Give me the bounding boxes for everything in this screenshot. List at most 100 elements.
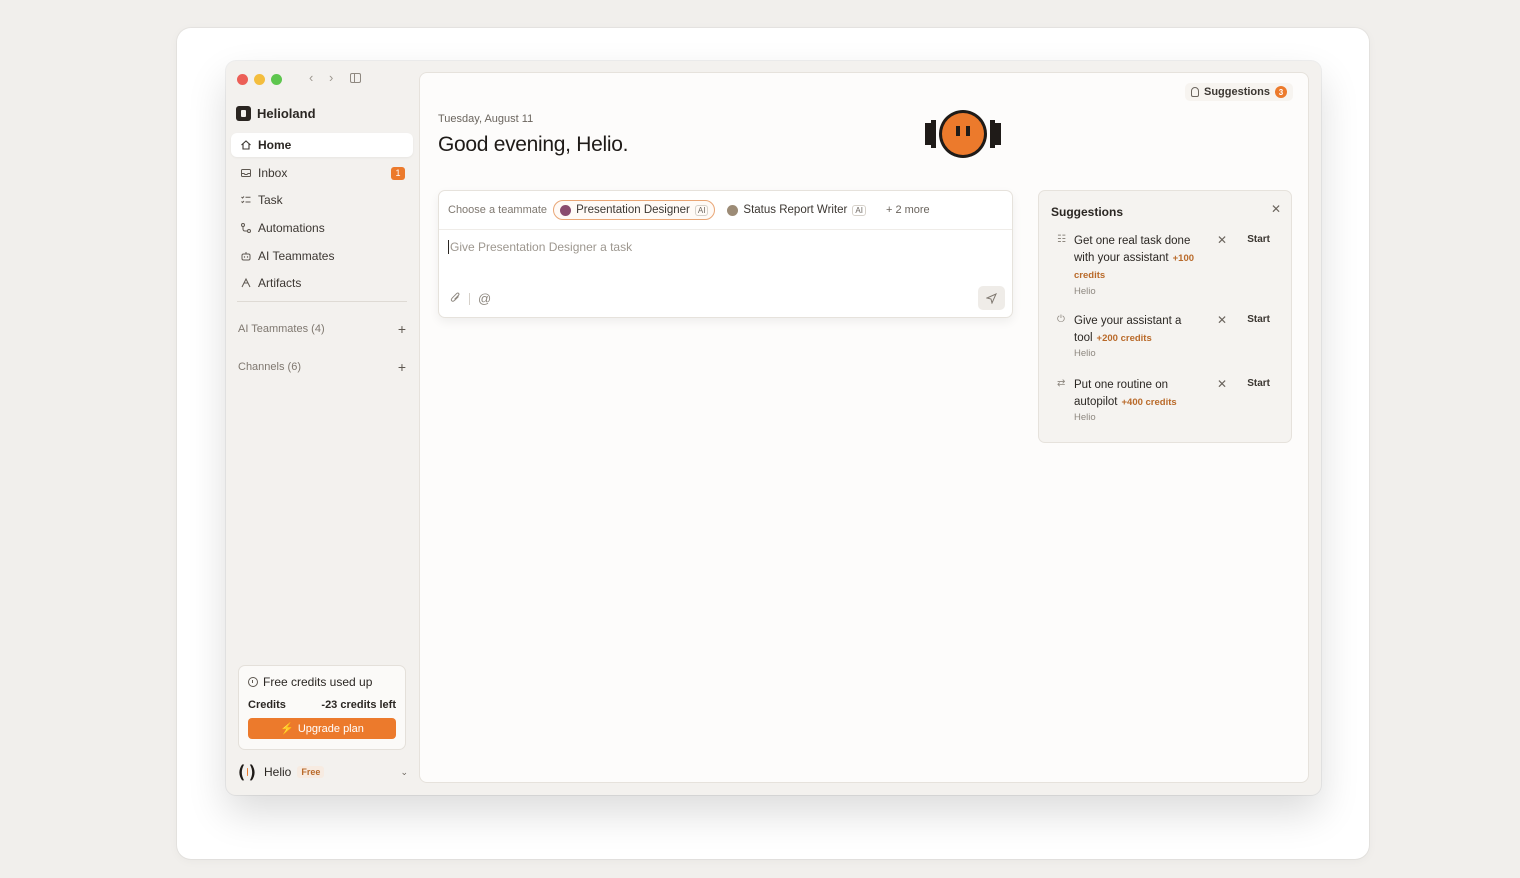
sidebar-item-label: Task — [258, 193, 283, 208]
start-button[interactable]: Start — [1247, 234, 1270, 245]
credits-title: Free credits used up — [263, 675, 373, 689]
sidebar-item-task[interactable]: Task — [231, 188, 413, 212]
task-list-icon: ☷ — [1057, 234, 1066, 245]
sidebar-item-automations[interactable]: Automations — [231, 216, 413, 240]
credits-status: Free credits used up — [248, 675, 396, 689]
suggestion-text: Give your assistant a tool +200 credits — [1074, 315, 1182, 344]
section-label: Channels (6) — [238, 361, 301, 373]
plug-icon: ⏻ — [1057, 314, 1065, 325]
lightbulb-icon — [1190, 87, 1199, 97]
info-icon — [248, 677, 258, 687]
workspace-switcher[interactable]: Helioland — [236, 106, 316, 121]
teammate-avatar — [560, 204, 572, 216]
teammate-name: Status Report Writer — [743, 204, 848, 216]
section-label: AI Teammates (4) — [238, 323, 325, 335]
dismiss-icon[interactable]: ✕ — [1217, 313, 1227, 327]
inbox-icon — [240, 167, 252, 179]
sidebar-item-inbox[interactable]: Inbox 1 — [231, 161, 413, 185]
sidebar-nav: Home Inbox 1 Task Automations AI Teammat… — [231, 133, 413, 299]
teammate-chip-presentation-designer[interactable]: Presentation Designer AI — [553, 200, 716, 220]
workspace-name: Helioland — [257, 106, 316, 121]
suggestion-item: ⏻ Give your assistant a tool +200 credits… — [1057, 313, 1285, 359]
window-controls — [237, 74, 282, 85]
suggestions-title: Suggestions — [1051, 205, 1124, 219]
tool-separator — [469, 292, 470, 305]
maximize-window-button[interactable] — [271, 74, 282, 85]
teammate-picker: Choose a teammate Presentation Designer … — [439, 191, 1012, 230]
credits-card: Free credits used up Credits -23 credits… — [238, 665, 406, 750]
avatar: () — [236, 761, 258, 783]
dismiss-icon[interactable]: ✕ — [1217, 377, 1227, 391]
sidebar-item-ai-teammates[interactable]: AI Teammates — [231, 244, 413, 268]
add-channel-icon[interactable]: + — [398, 359, 406, 375]
sidebar-item-artifacts[interactable]: Artifacts — [231, 271, 413, 295]
sidebar-item-label: AI Teammates — [258, 248, 335, 263]
automation-icon — [240, 222, 252, 234]
ai-tag: AI — [852, 204, 866, 216]
main-panel: Suggestions 3 Tuesday, August 11 Good ev… — [419, 72, 1309, 783]
suggestions-button[interactable]: Suggestions 3 — [1184, 83, 1293, 101]
teammate-name: Presentation Designer — [576, 204, 690, 216]
app-window: ‹ › Helioland Home Inbox 1 Task Automati… — [226, 61, 1321, 795]
dismiss-icon[interactable]: ✕ — [1217, 233, 1227, 247]
credits-row: Credits -23 credits left — [248, 699, 396, 711]
mention-icon[interactable]: @ — [478, 291, 491, 306]
date-label: Tuesday, August 11 — [438, 113, 534, 125]
task-composer: Choose a teammate Presentation Designer … — [438, 190, 1013, 318]
task-input[interactable] — [448, 240, 988, 254]
suggestion-owner: Helio — [1074, 348, 1096, 359]
upgrade-plan-button[interactable]: ⚡ Upgrade plan — [248, 718, 396, 739]
sidebar-divider — [237, 301, 407, 302]
suggestion-owner: Helio — [1074, 412, 1096, 423]
teammate-avatar — [727, 204, 739, 216]
minimize-window-button[interactable] — [254, 74, 265, 85]
suggestions-count-badge: 3 — [1275, 86, 1287, 98]
task-list-icon — [240, 194, 252, 206]
credit-reward: +400 credits — [1121, 396, 1177, 408]
sidebar-item-home[interactable]: Home — [231, 133, 413, 157]
add-ai-teammate-icon[interactable]: + — [398, 321, 406, 337]
plan-badge: Free — [297, 766, 325, 778]
start-button[interactable]: Start — [1247, 314, 1270, 325]
credit-reward: +200 credits — [1096, 332, 1152, 344]
send-icon — [986, 292, 997, 304]
home-icon — [240, 139, 252, 151]
page-title: Good evening, Helio. — [438, 133, 629, 156]
suggestions-panel: Suggestions ✕ ☷ Get one real task done w… — [1038, 190, 1292, 443]
profile-name: Helio — [264, 765, 292, 779]
more-label: 2 more — [895, 204, 930, 216]
suggestion-text: Get one real task done with your assista… — [1074, 235, 1195, 281]
repeat-icon: ⇄ — [1057, 378, 1066, 389]
suggestion-item: ☷ Get one real task done with your assis… — [1057, 233, 1285, 297]
profile-menu[interactable]: () Helio Free ⌄ — [236, 761, 408, 783]
close-window-button[interactable] — [237, 74, 248, 85]
mascot-icon — [925, 110, 1001, 158]
lightning-icon: ⚡ — [280, 723, 294, 735]
suggestion-owner: Helio — [1074, 285, 1096, 297]
close-icon[interactable]: ✕ — [1271, 202, 1281, 216]
suggestions-label: Suggestions — [1203, 86, 1270, 98]
back-arrow-icon[interactable]: ‹ — [309, 70, 313, 85]
start-button[interactable]: Start — [1247, 378, 1270, 389]
choose-teammate-label: Choose a teammate — [448, 204, 548, 216]
composer-tools: @ — [450, 291, 491, 306]
inbox-count-badge: 1 — [391, 166, 405, 180]
credits-value: -23 credits left — [321, 699, 396, 711]
attach-icon[interactable] — [450, 291, 461, 306]
chevron-down-icon[interactable]: ⌄ — [400, 767, 408, 778]
suggestion-item: ⇄ Put one routine on autopilot +400 credi… — [1057, 377, 1285, 423]
teammate-chip-status-report-writer[interactable]: Status Report Writer AI — [721, 201, 872, 219]
sidebar-item-label: Home — [258, 138, 292, 152]
workspace-logo-icon — [236, 106, 251, 121]
sidebar-toggle-icon[interactable] — [350, 73, 361, 83]
section-ai-teammates[interactable]: AI Teammates (4) + — [238, 321, 406, 337]
ai-tag: AI — [694, 204, 709, 216]
section-channels[interactable]: Channels (6) + — [238, 359, 406, 375]
suggestion-text: Put one routine on autopilot +400 credits — [1074, 379, 1177, 408]
more-teammates-button[interactable]: + 2 more — [886, 204, 930, 216]
credits-label: Credits — [248, 699, 286, 711]
forward-arrow-icon[interactable]: › — [329, 70, 333, 85]
sidebar-item-label: Inbox — [258, 165, 288, 180]
send-button[interactable] — [978, 286, 1005, 310]
robot-icon — [240, 250, 252, 262]
